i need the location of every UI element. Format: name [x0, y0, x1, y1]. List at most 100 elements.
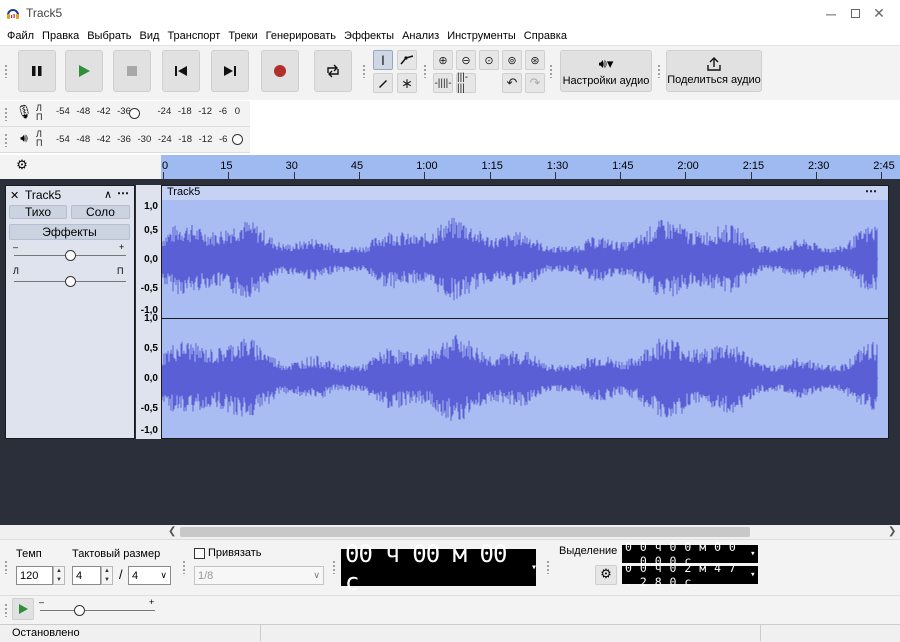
snap-checkbox[interactable]: [194, 548, 205, 559]
menu-tracks[interactable]: Треки: [224, 30, 261, 42]
play-button[interactable]: [65, 50, 103, 92]
stop-icon: [127, 66, 137, 76]
time-signature-numerator[interactable]: 4: [72, 566, 101, 585]
envelope-tool-button[interactable]: [397, 50, 417, 70]
fit-selection-button[interactable]: ⊙: [479, 50, 499, 70]
loop-icon: [327, 64, 339, 78]
zoom-in-button[interactable]: ⊕: [433, 50, 453, 70]
playback-meter-button[interactable]: 🔊︎: [14, 131, 34, 149]
selection-options-button[interactable]: ⚙: [595, 565, 617, 585]
clip-header[interactable]: [162, 186, 888, 200]
undo-button[interactable]: ↶: [502, 73, 522, 93]
redo-button[interactable]: ↷: [525, 73, 545, 93]
time-signature-slash: /: [119, 567, 123, 582]
trim-button[interactable]: -||||-: [433, 73, 453, 93]
play-icon: [19, 604, 28, 614]
selection-end-time[interactable]: 0 0 ч 0 2 м 4 7 . 2 8 0 с ▾: [622, 561, 758, 589]
time-display[interactable]: 00 ч 00 м 00 с ▾: [341, 540, 537, 596]
time-signature-denominator[interactable]: 4 ∨: [128, 566, 171, 585]
loop-button[interactable]: [314, 50, 352, 92]
toolbar-grip[interactable]: [4, 107, 8, 121]
spin-down-icon: ▼: [56, 576, 62, 583]
toolbar-grip[interactable]: [362, 64, 366, 78]
zoom-toggle-button[interactable]: ⊛: [525, 50, 545, 70]
pause-button[interactable]: [18, 50, 56, 92]
toolbar-grip[interactable]: [332, 560, 336, 574]
menu-select[interactable]: Выбрать: [83, 30, 135, 42]
timeline-options-button[interactable]: ⚙: [12, 157, 32, 177]
scroll-right-button[interactable]: ❯: [888, 526, 896, 537]
toolbar-grip[interactable]: [4, 64, 8, 78]
menu-transport[interactable]: Транспорт: [163, 30, 224, 42]
close-window-button[interactable]: ✕: [856, 0, 900, 27]
menu-file[interactable]: Файл: [3, 30, 38, 42]
draw-tool-button[interactable]: [373, 73, 393, 93]
toolbar-grip[interactable]: [546, 560, 550, 574]
track-menu-button[interactable]: ⋯: [117, 186, 129, 200]
toolbar-grip[interactable]: [4, 133, 8, 147]
play-at-speed-button[interactable]: [12, 598, 34, 620]
skip-to-end-button[interactable]: [211, 50, 249, 92]
tempo-input[interactable]: 120: [16, 566, 53, 585]
toolbar-grip[interactable]: [4, 603, 8, 617]
tempo-stepper[interactable]: ▲ ▼: [53, 566, 65, 585]
snap-label[interactable]: Привязать: [208, 547, 262, 559]
effects-button[interactable]: Эффекты: [9, 224, 130, 240]
timeline-strip[interactable]: [161, 155, 900, 179]
clip-name[interactable]: Track5: [167, 186, 200, 198]
gain-max-label: +: [119, 242, 125, 252]
menu-bar: Файл Правка Выбрать Вид Транспорт Треки …: [0, 27, 900, 45]
ruler-tick-mark: [424, 172, 426, 179]
clip-menu-button[interactable]: ⋯: [865, 184, 877, 198]
toolbar-grip[interactable]: [549, 64, 553, 78]
scale-label: -0,5: [140, 403, 158, 414]
gain-min-label: –: [13, 242, 19, 252]
playback-volume-slider[interactable]: [232, 134, 243, 145]
close-track-button[interactable]: ✕: [10, 189, 19, 202]
menu-tools[interactable]: Инструменты: [443, 30, 520, 42]
collapse-track-button[interactable]: ∧: [104, 188, 112, 201]
multi-tool-button[interactable]: ∗: [397, 73, 417, 93]
track-name[interactable]: Track5: [25, 188, 61, 202]
pan-left-label: Л: [13, 266, 19, 276]
envelope-icon: [400, 55, 414, 65]
menu-view[interactable]: Вид: [136, 30, 164, 42]
numerator-stepper[interactable]: ▲ ▼: [101, 566, 113, 585]
record-volume-slider[interactable]: [129, 108, 140, 119]
gain-slider[interactable]: [65, 250, 76, 261]
pan-slider[interactable]: [65, 276, 76, 287]
stop-button[interactable]: [113, 50, 151, 92]
selection-tool-button[interactable]: I: [373, 50, 393, 70]
record-button[interactable]: [261, 50, 299, 92]
share-audio-button[interactable]: Поделиться аудио: [666, 50, 762, 92]
menu-edit[interactable]: Правка: [38, 30, 83, 42]
scale-label: -0,5: [140, 283, 158, 294]
horizontal-scroll-thumb[interactable]: [180, 527, 750, 537]
silence-button[interactable]: |||-|||: [456, 72, 476, 94]
audio-setup-label: Настройки аудио: [562, 74, 650, 87]
toolbar-grip[interactable]: [182, 560, 186, 574]
menu-generate[interactable]: Генерировать: [262, 30, 340, 42]
zoom-out-button[interactable]: ⊖: [456, 50, 476, 70]
mute-button[interactable]: Тихо: [9, 205, 67, 219]
ruler-tick-label: 45: [350, 160, 364, 172]
snap-select[interactable]: 1/8 ∨: [194, 566, 324, 585]
zoom-in-icon: ⊕: [438, 54, 448, 67]
menu-analyze[interactable]: Анализ: [398, 30, 443, 42]
skip-to-start-button[interactable]: [162, 50, 200, 92]
audio-setup-button[interactable]: 🔊︎▾ Настройки аудио: [560, 50, 652, 92]
toolbar-grip[interactable]: [423, 64, 427, 78]
scroll-left-button[interactable]: ❮: [168, 526, 176, 537]
toolbar-grip[interactable]: [4, 560, 8, 574]
solo-button[interactable]: Соло: [71, 205, 130, 219]
menu-effects[interactable]: Эффекты: [340, 30, 398, 42]
toolbar-grip[interactable]: [657, 64, 661, 78]
speed-max-label: +: [149, 597, 155, 607]
waveform[interactable]: [162, 200, 888, 438]
chevron-down-icon: ∨: [313, 570, 320, 580]
time-signature-label: Тактовый размер: [72, 548, 161, 560]
record-meter-button[interactable]: 🎙︎: [14, 104, 34, 122]
menu-help[interactable]: Справка: [520, 30, 571, 42]
chevron-down-icon: ∨: [160, 570, 167, 580]
fit-project-button[interactable]: ⊚: [502, 50, 522, 70]
